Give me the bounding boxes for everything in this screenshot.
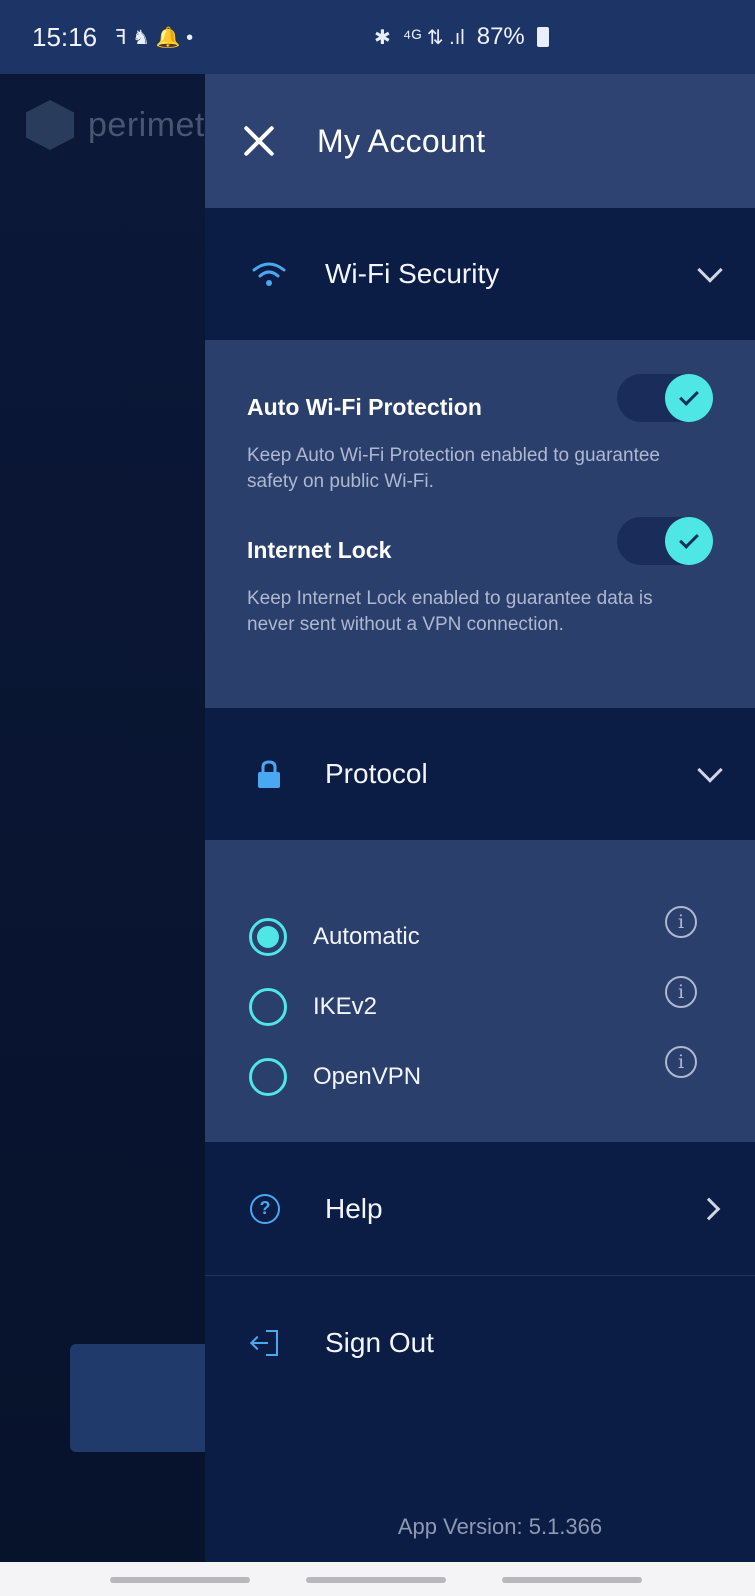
radio-button-selected[interactable] <box>249 918 287 956</box>
wifi-icon <box>247 260 291 288</box>
help-icon: ? <box>250 1193 280 1224</box>
lock-icon <box>247 759 291 789</box>
toggle-knob <box>665 374 713 422</box>
background-app: perimet <box>0 74 205 1562</box>
chevron-down-icon <box>697 257 723 283</box>
app-version: App Version: 5.1.366 <box>397 1514 603 1539</box>
drawer-title: My Account <box>317 122 486 159</box>
sign-out-item[interactable]: Sign Out <box>205 1276 755 1410</box>
radio-label: IKEv2 <box>313 993 378 1020</box>
protocol-option-ikev2[interactable]: IKEv2 i <box>205 972 755 1042</box>
help-item[interactable]: ? Help <box>205 1142 755 1276</box>
bluetooth-icon: ✱ <box>374 26 391 49</box>
protocol-section[interactable]: Protocol <box>205 708 755 840</box>
nav-back-button[interactable] <box>502 1577 642 1583</box>
wifi-security-section[interactable]: Wi-Fi Security <box>205 208 755 340</box>
radio-button[interactable] <box>249 988 287 1026</box>
status-bar: 15:16 ꟻ ♞ 🔔 • ✱ ⁴ᴳ ⇅ .ıl 87% <box>0 0 755 74</box>
logo-mark-icon <box>26 100 74 150</box>
system-nav-bar <box>0 1562 755 1596</box>
chevron-right-icon <box>697 1197 721 1220</box>
nav-recents-button[interactable] <box>110 1577 250 1583</box>
check-icon <box>679 529 699 549</box>
sign-out-icon <box>250 1328 280 1358</box>
protocol-option-automatic[interactable]: Automatic i <box>205 902 755 972</box>
wifi-security-panel: Auto Wi-Fi Protection Keep Auto Wi-Fi Pr… <box>205 340 755 708</box>
auto-wifi-protection-toggle[interactable] <box>617 374 713 422</box>
wifi-security-label: Wi-Fi Security <box>325 258 500 289</box>
app-logo: perimet <box>26 100 205 150</box>
drawer-header: My Account <box>205 74 755 208</box>
radio-dot <box>257 926 279 948</box>
protocol-label: Protocol <box>325 758 428 789</box>
status-time: 15:16 <box>32 21 98 52</box>
check-icon <box>679 386 699 406</box>
radio-label: Automatic <box>313 923 420 950</box>
background-connect-button <box>70 1344 205 1452</box>
internet-lock-setting: Internet Lock Keep Internet Lock enabled… <box>247 517 713 638</box>
toggle-knob <box>665 517 713 565</box>
protocol-option-openvpn[interactable]: OpenVPN i <box>205 1042 755 1112</box>
info-icon[interactable]: i <box>665 906 697 938</box>
internet-lock-toggle[interactable] <box>617 517 713 565</box>
radio-label: OpenVPN <box>313 1063 422 1090</box>
protocol-panel: Automatic i IKEv2 i OpenVPN i <box>205 840 755 1142</box>
info-icon[interactable]: i <box>665 1046 697 1078</box>
battery-icon <box>536 27 549 47</box>
account-drawer: My Account Wi-Fi Security Auto Wi-Fi Pro… <box>205 74 755 1562</box>
radio-button[interactable] <box>249 1058 287 1096</box>
logo-text: perimet <box>88 105 205 144</box>
chevron-down-icon <box>697 757 723 783</box>
nav-home-button[interactable] <box>306 1577 446 1583</box>
help-label: Help <box>325 1192 383 1224</box>
signal-icon: ⁴ᴳ ⇅ .ıl <box>402 26 465 49</box>
sign-out-label: Sign Out <box>325 1326 434 1358</box>
setting-description: Keep Auto Wi-Fi Protection enabled to gu… <box>247 445 660 492</box>
drawer-footer: App Version: 5.1.366 <box>205 1402 755 1562</box>
notification-icons: ꟻ ♞ 🔔 • <box>115 26 194 49</box>
close-icon[interactable] <box>241 123 277 159</box>
battery-percent: 87% <box>476 23 525 50</box>
auto-wifi-protection-setting: Auto Wi-Fi Protection Keep Auto Wi-Fi Pr… <box>247 374 713 495</box>
info-icon[interactable]: i <box>665 976 697 1008</box>
setting-description: Keep Internet Lock enabled to guarantee … <box>247 588 653 635</box>
